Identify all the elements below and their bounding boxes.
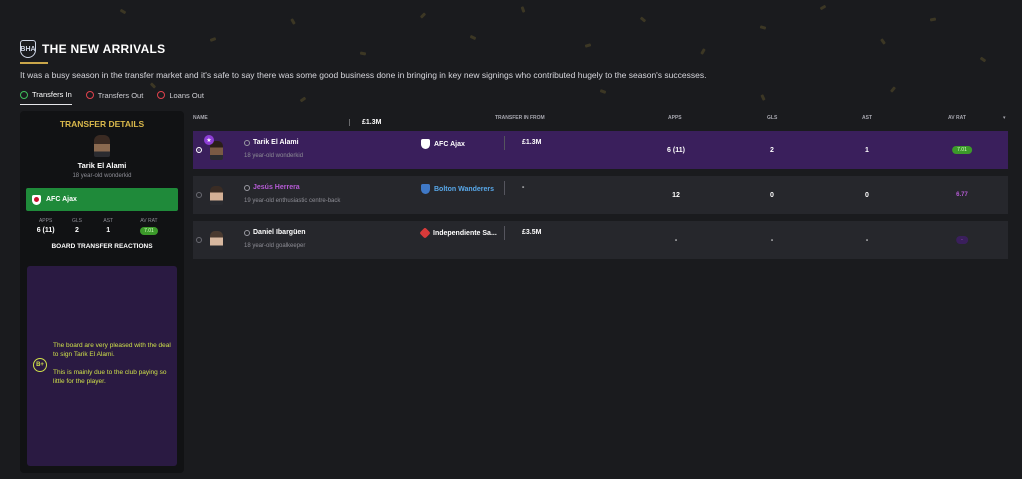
player-avatar: [94, 135, 110, 157]
stat-gls: 2: [74, 227, 79, 234]
reaction-text: The board are very pleased with the deal…: [53, 341, 173, 386]
col-ast[interactable]: AST: [862, 115, 872, 121]
player-status-icon: [244, 139, 250, 146]
transfer-fee: £1.3M: [522, 139, 542, 146]
divider: [504, 136, 505, 150]
tab-label: Loans Out: [169, 90, 204, 100]
page-header: BHA THE NEW ARRIVALS: [20, 40, 165, 58]
table-row[interactable]: Jesús Herrera 19 year-old enthusiastic c…: [193, 176, 1008, 214]
club-name: AFC Ajax: [46, 196, 77, 203]
cell-ast: 1: [865, 147, 869, 154]
club-name: Bolton Wanderers: [434, 185, 495, 193]
independiente-crest-icon: [419, 227, 431, 239]
grade-badge: B+: [33, 358, 47, 372]
stat-label: APPS: [38, 218, 53, 224]
club-name: AFC Ajax: [434, 140, 465, 148]
cell-ast: -: [865, 237, 869, 244]
transfer-details-panel: TRANSFER DETAILS Tarik El Alami 18 year-…: [20, 111, 381, 473]
title-underline: [20, 62, 48, 64]
player-stats: APPS 6 (11) GLS 2 AST 1 AV RAT 7.01: [30, 218, 174, 235]
transfer-fee: £3.5M: [522, 229, 542, 236]
page-title: THE NEW ARRIVALS: [42, 42, 166, 56]
cell-gls: 2: [770, 147, 774, 154]
reaction-line: The board are very pleased with the deal…: [53, 342, 171, 358]
player-name[interactable]: Jesús Herrera: [244, 184, 300, 191]
divider: [504, 226, 505, 240]
stat-label: GLS: [71, 218, 82, 224]
ajax-crest-icon: [32, 194, 41, 205]
sort-chevron-down-icon[interactable]: ▾: [1003, 115, 1006, 121]
star-icon: ★: [204, 135, 214, 145]
table-row[interactable]: ★ Tarik El Alami 18 year-old wonderkid A…: [193, 131, 1008, 169]
transfer-tabs: Transfers In Transfers Out Loans Out: [20, 90, 204, 105]
stat-ast: 1: [106, 227, 111, 234]
player-avatar: [210, 231, 223, 250]
col-name[interactable]: NAME: [193, 115, 208, 121]
reactions-title: BOARD TRANSFER REACTIONS: [51, 243, 153, 250]
player-name-text: Tarik El Alami: [253, 139, 299, 146]
player-description: 18 year-old wonderkid: [72, 173, 132, 179]
player-status-icon: [244, 184, 250, 191]
panel-title: TRANSFER DETAILS: [59, 119, 145, 129]
player-name[interactable]: Daniel Ibargüen: [244, 229, 306, 236]
club-link[interactable]: Independiente Sa...: [419, 227, 497, 239]
tab-label: Transfers Out: [97, 90, 144, 100]
reaction-line: This is mainly due to the club paying so…: [53, 369, 167, 385]
player-name-text: Daniel Ibargüen: [253, 229, 306, 236]
transfer-fee: -: [522, 184, 525, 191]
table-header: NAME TRANSFER IN FROM APPS GLS AST AV RA…: [193, 115, 1008, 125]
cell-apps: -: [674, 237, 678, 244]
transfer-in-icon: [20, 90, 28, 99]
col-transfer-from[interactable]: TRANSFER IN FROM: [495, 115, 545, 121]
row-select-radio[interactable]: [196, 147, 202, 153]
stat-label: AST: [103, 218, 114, 224]
table-row[interactable]: Daniel Ibargüen 18 year-old goalkeeper I…: [193, 221, 1008, 259]
player-name-text: Jesús Herrera: [253, 184, 300, 191]
page-subtitle: It was a busy season in the transfer mar…: [20, 70, 707, 80]
bolton-crest-icon: [421, 184, 430, 194]
rating-badge: 6.77: [956, 192, 968, 198]
transfer-out-icon: [85, 91, 94, 99]
tab-loans-out[interactable]: Loans Out: [157, 90, 204, 105]
player-description: 19 year-old enthusiastic centre-back: [244, 198, 341, 204]
stat-label: AV RAT: [140, 218, 158, 224]
cell-apps: 6 (11): [667, 147, 685, 154]
col-apps[interactable]: APPS: [668, 115, 682, 121]
rating-badge: 7.01: [952, 146, 972, 154]
stat-apps: 6 (11): [36, 227, 55, 234]
player-name[interactable]: Tarik El Alami: [20, 161, 184, 170]
tab-label: Transfers In: [32, 90, 72, 99]
player-avatar: [210, 186, 223, 205]
cell-ast: 0: [865, 192, 869, 199]
rating-badge: -: [956, 236, 968, 244]
row-select-radio[interactable]: [196, 237, 202, 243]
player-description: 18 year-old wonderkid: [244, 153, 304, 159]
col-gls[interactable]: GLS: [767, 115, 777, 121]
cell-gls: 0: [770, 192, 774, 199]
divider: [504, 181, 505, 195]
player-description: 18 year-old goalkeeper: [244, 243, 306, 249]
loan-out-icon: [157, 91, 166, 99]
cell-gls: -: [770, 237, 774, 244]
cell-apps: 12: [672, 192, 680, 199]
stat-rating: 7.01: [140, 227, 158, 235]
tab-transfers-in[interactable]: Transfers In: [20, 90, 72, 105]
club-link[interactable]: Bolton Wanderers: [421, 184, 494, 194]
ajax-crest-icon: [421, 139, 430, 149]
club-fee-bar[interactable]: AFC Ajax £1.3M: [26, 119, 381, 211]
row-select-radio[interactable]: [196, 192, 202, 198]
club-name: Independiente Sa...: [433, 229, 497, 237]
club-link[interactable]: AFC Ajax: [421, 139, 465, 149]
club-crest-icon: BHA: [20, 40, 36, 58]
board-reaction-box: B+ The board are very pleased with the d…: [27, 266, 177, 466]
col-av-rat[interactable]: AV RAT: [948, 115, 966, 121]
player-name[interactable]: Tarik El Alami: [244, 139, 299, 146]
tab-transfers-out[interactable]: Transfers Out: [85, 90, 144, 105]
player-status-icon: [244, 229, 250, 236]
